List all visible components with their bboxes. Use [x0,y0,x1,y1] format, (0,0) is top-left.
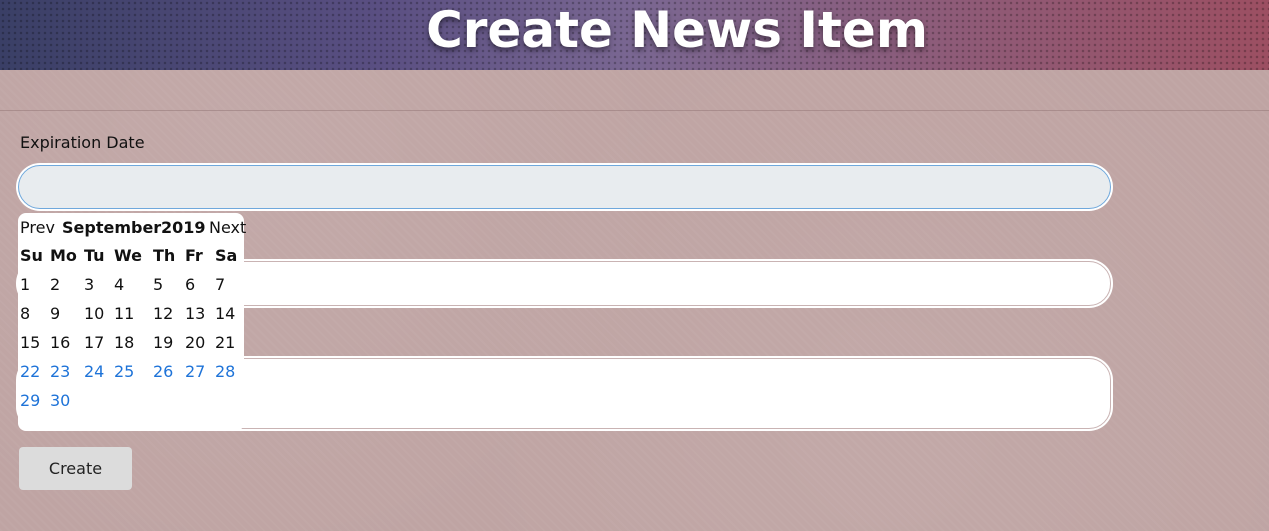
weekday-header: Mo [50,246,77,265]
datepicker-day: 11 [114,304,135,323]
datepicker-day[interactable]: 22 [20,362,40,381]
datepicker-day[interactable]: 24 [84,362,104,381]
weekday-header: Fr [185,246,203,265]
datepicker-day: 19 [153,333,174,352]
datepicker-day[interactable]: 23 [50,362,70,381]
datepicker-day: 14 [215,304,236,323]
datepicker-day: 21 [215,333,236,352]
page-title: Create News Item [426,1,928,59]
datepicker-day: 4 [114,275,125,294]
datepicker-month: September [62,218,162,237]
datepicker-day: 18 [114,333,135,352]
datepicker-day: 7 [215,275,226,294]
datepicker-day: 20 [185,333,206,352]
datepicker-popup: Prev September 2019 Next Su Mo Tu We Th Fr Sa 1… [18,213,246,431]
datepicker-year: 2019 [161,218,206,237]
datepicker-day[interactable]: 28 [215,362,235,381]
create-button[interactable]: Create [19,447,132,490]
weekday-header: Th [153,246,176,265]
datepicker-day: 12 [153,304,174,323]
datepicker-day: 10 [84,304,105,323]
expiration-date-label: Expiration Date [20,133,145,152]
datepicker-day[interactable]: 30 [50,391,70,410]
weekday-header: Su [20,246,43,265]
datepicker-day: 17 [84,333,105,352]
datepicker-header: Prev September 2019 Next [20,218,246,240]
datepicker-day: 15 [20,333,41,352]
datepicker-day: 2 [50,275,61,294]
datepicker-day: 3 [84,275,95,294]
datepicker-day: 1 [20,275,31,294]
datepicker-day: 8 [20,304,31,323]
datepicker-day: 16 [50,333,71,352]
datepicker-day[interactable]: 29 [20,391,40,410]
datepicker-day: 13 [185,304,206,323]
datepicker-day: 9 [50,304,61,323]
datepicker-next-button[interactable]: Next [209,218,246,237]
datepicker-day[interactable]: 25 [114,362,134,381]
weekday-header: Tu [84,246,105,265]
datepicker-day: 5 [153,275,164,294]
datepicker-day: 6 [185,275,196,294]
expiration-date-input[interactable] [18,165,1111,209]
weekday-header: We [114,246,142,265]
datepicker-day[interactable]: 26 [153,362,173,381]
datepicker-prev-button[interactable]: Prev [20,218,55,237]
page-header: Create News Item [0,0,1269,70]
divider [0,110,1269,111]
datepicker-day[interactable]: 27 [185,362,205,381]
weekday-header: Sa [215,246,238,265]
